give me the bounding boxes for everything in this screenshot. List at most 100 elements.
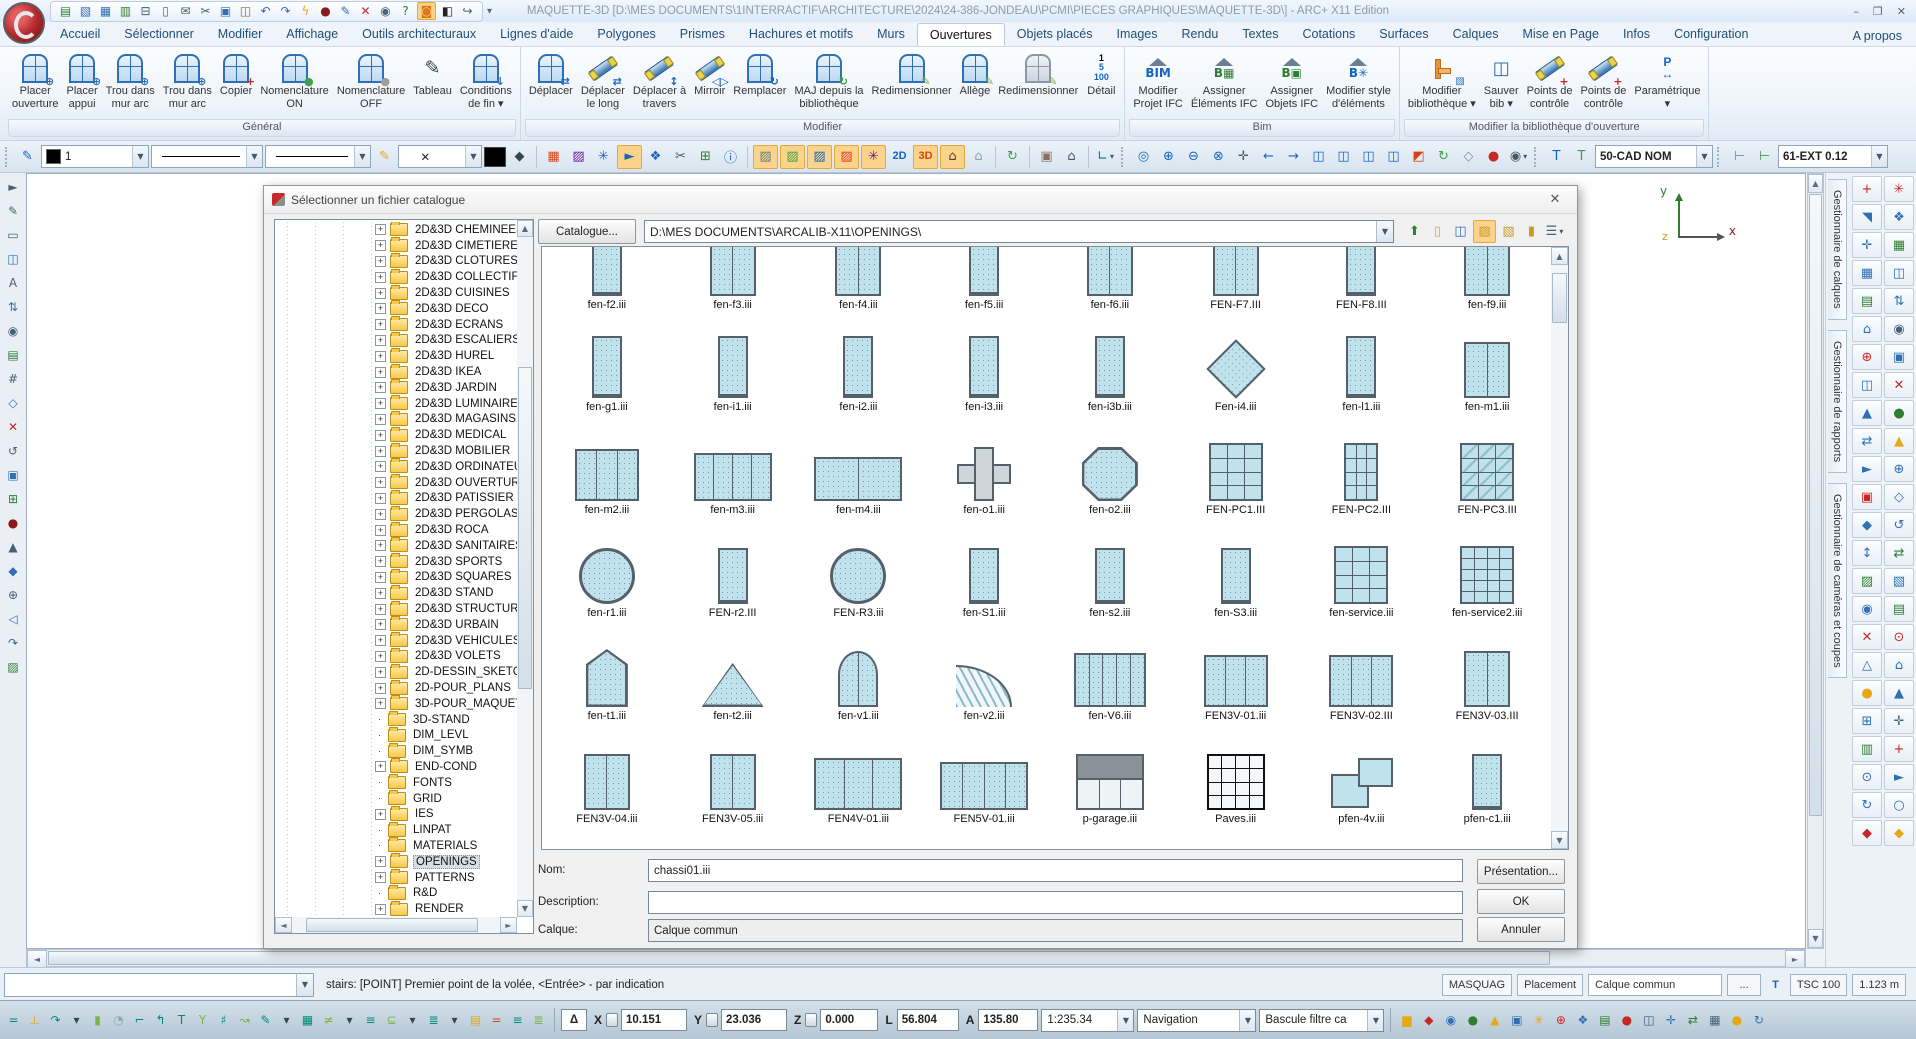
tree-item-ies[interactable]: +IES	[275, 806, 517, 822]
expand-plus-icon[interactable]: +	[375, 619, 386, 630]
scrollbar-thumb[interactable]	[518, 367, 532, 689]
chevron-down-icon[interactable]: ▾	[1559, 227, 1563, 236]
tree-item-dim-levl[interactable]: ·DIM_LEVL	[275, 728, 517, 744]
catalog-item-fen-service2-iii[interactable]: fen-service2.iii	[1424, 517, 1550, 620]
mirroir-button[interactable]: ◁▷Mirroir	[690, 50, 729, 117]
catalog-item-fen-f5-iii[interactable]: fen-f5.iii	[921, 247, 1047, 311]
menu-tab-prismes[interactable]: Prismes	[668, 23, 737, 46]
up2-icon[interactable]: ▲	[1884, 680, 1914, 706]
catalog-item-fen3v-05-iii[interactable]: FEN3V-05.iii	[670, 723, 796, 826]
zoom-out-icon[interactable]: ⊖	[1182, 146, 1205, 168]
swap-icon[interactable]: ⇄	[1852, 428, 1882, 454]
document-icon[interactable]: ▯	[157, 3, 174, 19]
expand-plus-icon[interactable]: +	[375, 351, 386, 362]
snap-icon[interactable]: ⊙	[1852, 764, 1882, 790]
paste-icon[interactable]: ◫	[237, 3, 254, 19]
regen-icon[interactable]: ↻	[1432, 146, 1455, 168]
box-icon[interactable]: ▣	[1507, 1009, 1526, 1031]
rectangle-icon[interactable]: ▭	[3, 225, 23, 244]
cross2-icon[interactable]: ✕	[1884, 372, 1914, 398]
menu-tab-affichage[interactable]: Affichage	[274, 23, 350, 46]
swap2-icon[interactable]: ⇄	[1884, 540, 1914, 566]
fill-bucket-icon[interactable]: ◆	[508, 146, 531, 168]
catalog-item-fen-t2-iii[interactable]: fen-t2.iii	[670, 620, 796, 723]
menu-tab-modifier[interactable]: Modifier	[206, 23, 274, 46]
tree-horizontal-scrollbar[interactable]: ◄ ►	[275, 917, 517, 933]
canvas-horizontal-scrollbar[interactable]: ◄ ►	[26, 949, 1806, 967]
swap-icon[interactable]: ⇄	[1683, 1009, 1702, 1031]
tree-item-2d-dessin-sketch[interactable]: +2D-DESSIN_SKETCH	[275, 664, 517, 680]
expand-plus-icon[interactable]: +	[375, 572, 386, 583]
diamond-icon[interactable]: ◆	[3, 561, 23, 580]
maj-depuis-la-biblioth-que-button[interactable]: ↻MAJ depuis labibliothèque	[790, 50, 867, 117]
filter-combobox[interactable]: Bascule filtre ca ▼	[1259, 1009, 1384, 1032]
arc-icon[interactable]: ↷	[46, 1009, 65, 1031]
rotate-icon[interactable]: ↷	[3, 633, 23, 652]
scrollbar-thumb[interactable]	[1809, 194, 1822, 816]
view-next-icon[interactable]: →	[1282, 146, 1305, 168]
layers2-icon[interactable]: ▤	[1884, 596, 1914, 622]
leaf-icon[interactable]: ●	[1463, 1009, 1482, 1031]
cols-icon[interactable]: ≣	[529, 1009, 548, 1031]
new-document-icon[interactable]: ▤	[57, 3, 74, 19]
toolbar-overflow-icon[interactable]: ▾	[487, 6, 492, 17]
scroll-left-icon[interactable]: ◄	[27, 950, 47, 968]
home-alt-icon[interactable]: ⌂	[967, 146, 990, 168]
caret5-icon[interactable]: ▾	[445, 1009, 464, 1031]
hatch-mode4-icon[interactable]: ▨	[834, 145, 859, 169]
snap-icon[interactable]: ≡	[361, 1009, 380, 1031]
list-view-icon[interactable]: ☰▾	[1544, 221, 1565, 242]
bw-tool-icon[interactable]: ◧	[439, 3, 456, 19]
scroll-down-icon[interactable]: ▼	[1551, 831, 1568, 849]
new-item-icon[interactable]: ▯	[1427, 221, 1448, 242]
linewidth-combo[interactable]: ▼	[265, 145, 371, 168]
rotate2-icon[interactable]: ↺	[1884, 512, 1914, 538]
catalog-item-fen-s3-iii[interactable]: fen-S3.iii	[1173, 517, 1299, 620]
chevron-down-icon[interactable]: ▼	[354, 146, 370, 167]
pointer-select-icon[interactable]: ►	[617, 145, 642, 169]
draw-line-icon[interactable]: ✎	[3, 201, 23, 220]
diamond-icon[interactable]: ◆	[1852, 512, 1882, 538]
scale-combobox[interactable]: 1:235.34 ▼	[1041, 1009, 1134, 1032]
catalog-book-icon[interactable]: ◫	[1450, 221, 1471, 242]
tree-item-materials[interactable]: ·MATERIALS	[275, 838, 517, 854]
catalog-item-fen-m2-iii[interactable]: fen-m2.iii	[544, 414, 670, 517]
open-file-icon[interactable]: ▧	[77, 3, 94, 19]
catalog-item-p-garage-iii[interactable]: p-garage.iii	[1047, 723, 1173, 826]
text-style-b-icon[interactable]: T	[1570, 146, 1593, 168]
scroll-right-icon[interactable]: ►	[1785, 950, 1805, 968]
expand-plus-icon[interactable]: +	[375, 556, 386, 567]
catalog-item-fen-f6-iii[interactable]: fen-f6.iii	[1047, 247, 1173, 311]
catalog-item-fen-m3-iii[interactable]: fen-m3.iii	[670, 414, 796, 517]
catalogue-button[interactable]: Catalogue...	[538, 219, 636, 244]
catalog-item-fen-t1-iii[interactable]: fen-t1.iii	[544, 620, 670, 723]
mail-icon[interactable]: ✉	[177, 3, 194, 19]
tree-item-2d-3d-sanitaires[interactable]: +2D&3D SANITAIRES	[275, 538, 517, 554]
menu-tab-hachures-et-motifs[interactable]: Hachures et motifs	[737, 23, 865, 46]
flag2-icon[interactable]: ◆	[1884, 820, 1914, 846]
zoom-in-icon[interactable]: ⊕	[1157, 146, 1180, 168]
menu-tab-s-lectionner[interactable]: Sélectionner	[112, 23, 206, 46]
tree-item-r-d[interactable]: ·R&D	[275, 885, 517, 901]
expand-plus-icon[interactable]: +	[375, 367, 386, 378]
catalog-item-fen-i1-iii[interactable]: fen-i1.iii	[670, 311, 796, 414]
pen-color-swatch[interactable]	[484, 147, 506, 167]
color-combo[interactable]: 1▼	[41, 145, 149, 168]
cut-icon[interactable]: ✂	[197, 3, 214, 19]
dim-style-a-icon[interactable]: ⊢	[1728, 146, 1751, 168]
up-level-icon[interactable]: ⬆	[1404, 221, 1425, 242]
scroll-down-icon[interactable]: ▼	[517, 900, 533, 917]
tree-item-2d-pour-plans[interactable]: +2D-POUR_PLANS	[275, 680, 517, 696]
menu-tab-lignes-d-aide[interactable]: Lignes d'aide	[488, 23, 585, 46]
catalog-item-fen5v-01-iii[interactable]: FEN5V-01.iii	[921, 723, 1047, 826]
color-palette-icon[interactable]: ▨	[567, 146, 590, 168]
grid-vertical-scrollbar[interactable]: ▲ ▼	[1551, 247, 1568, 849]
chevron-down-icon[interactable]: ▼	[132, 146, 148, 167]
catalog-item-fen-f8-iii[interactable]: FEN-F8.III	[1299, 247, 1425, 311]
corner-icon[interactable]: ⌐	[130, 1009, 149, 1031]
lightning-icon[interactable]: ϟ	[297, 3, 314, 19]
assigner-l-ments-ifc-button[interactable]: B▦AssignerÉléments IFC	[1187, 50, 1262, 117]
circle-icon[interactable]: ◉	[1852, 596, 1882, 622]
catalog-item-fen3v-02-iii[interactable]: FEN3V-02.III	[1299, 620, 1425, 723]
layers-icon[interactable]: ▤	[3, 345, 23, 364]
